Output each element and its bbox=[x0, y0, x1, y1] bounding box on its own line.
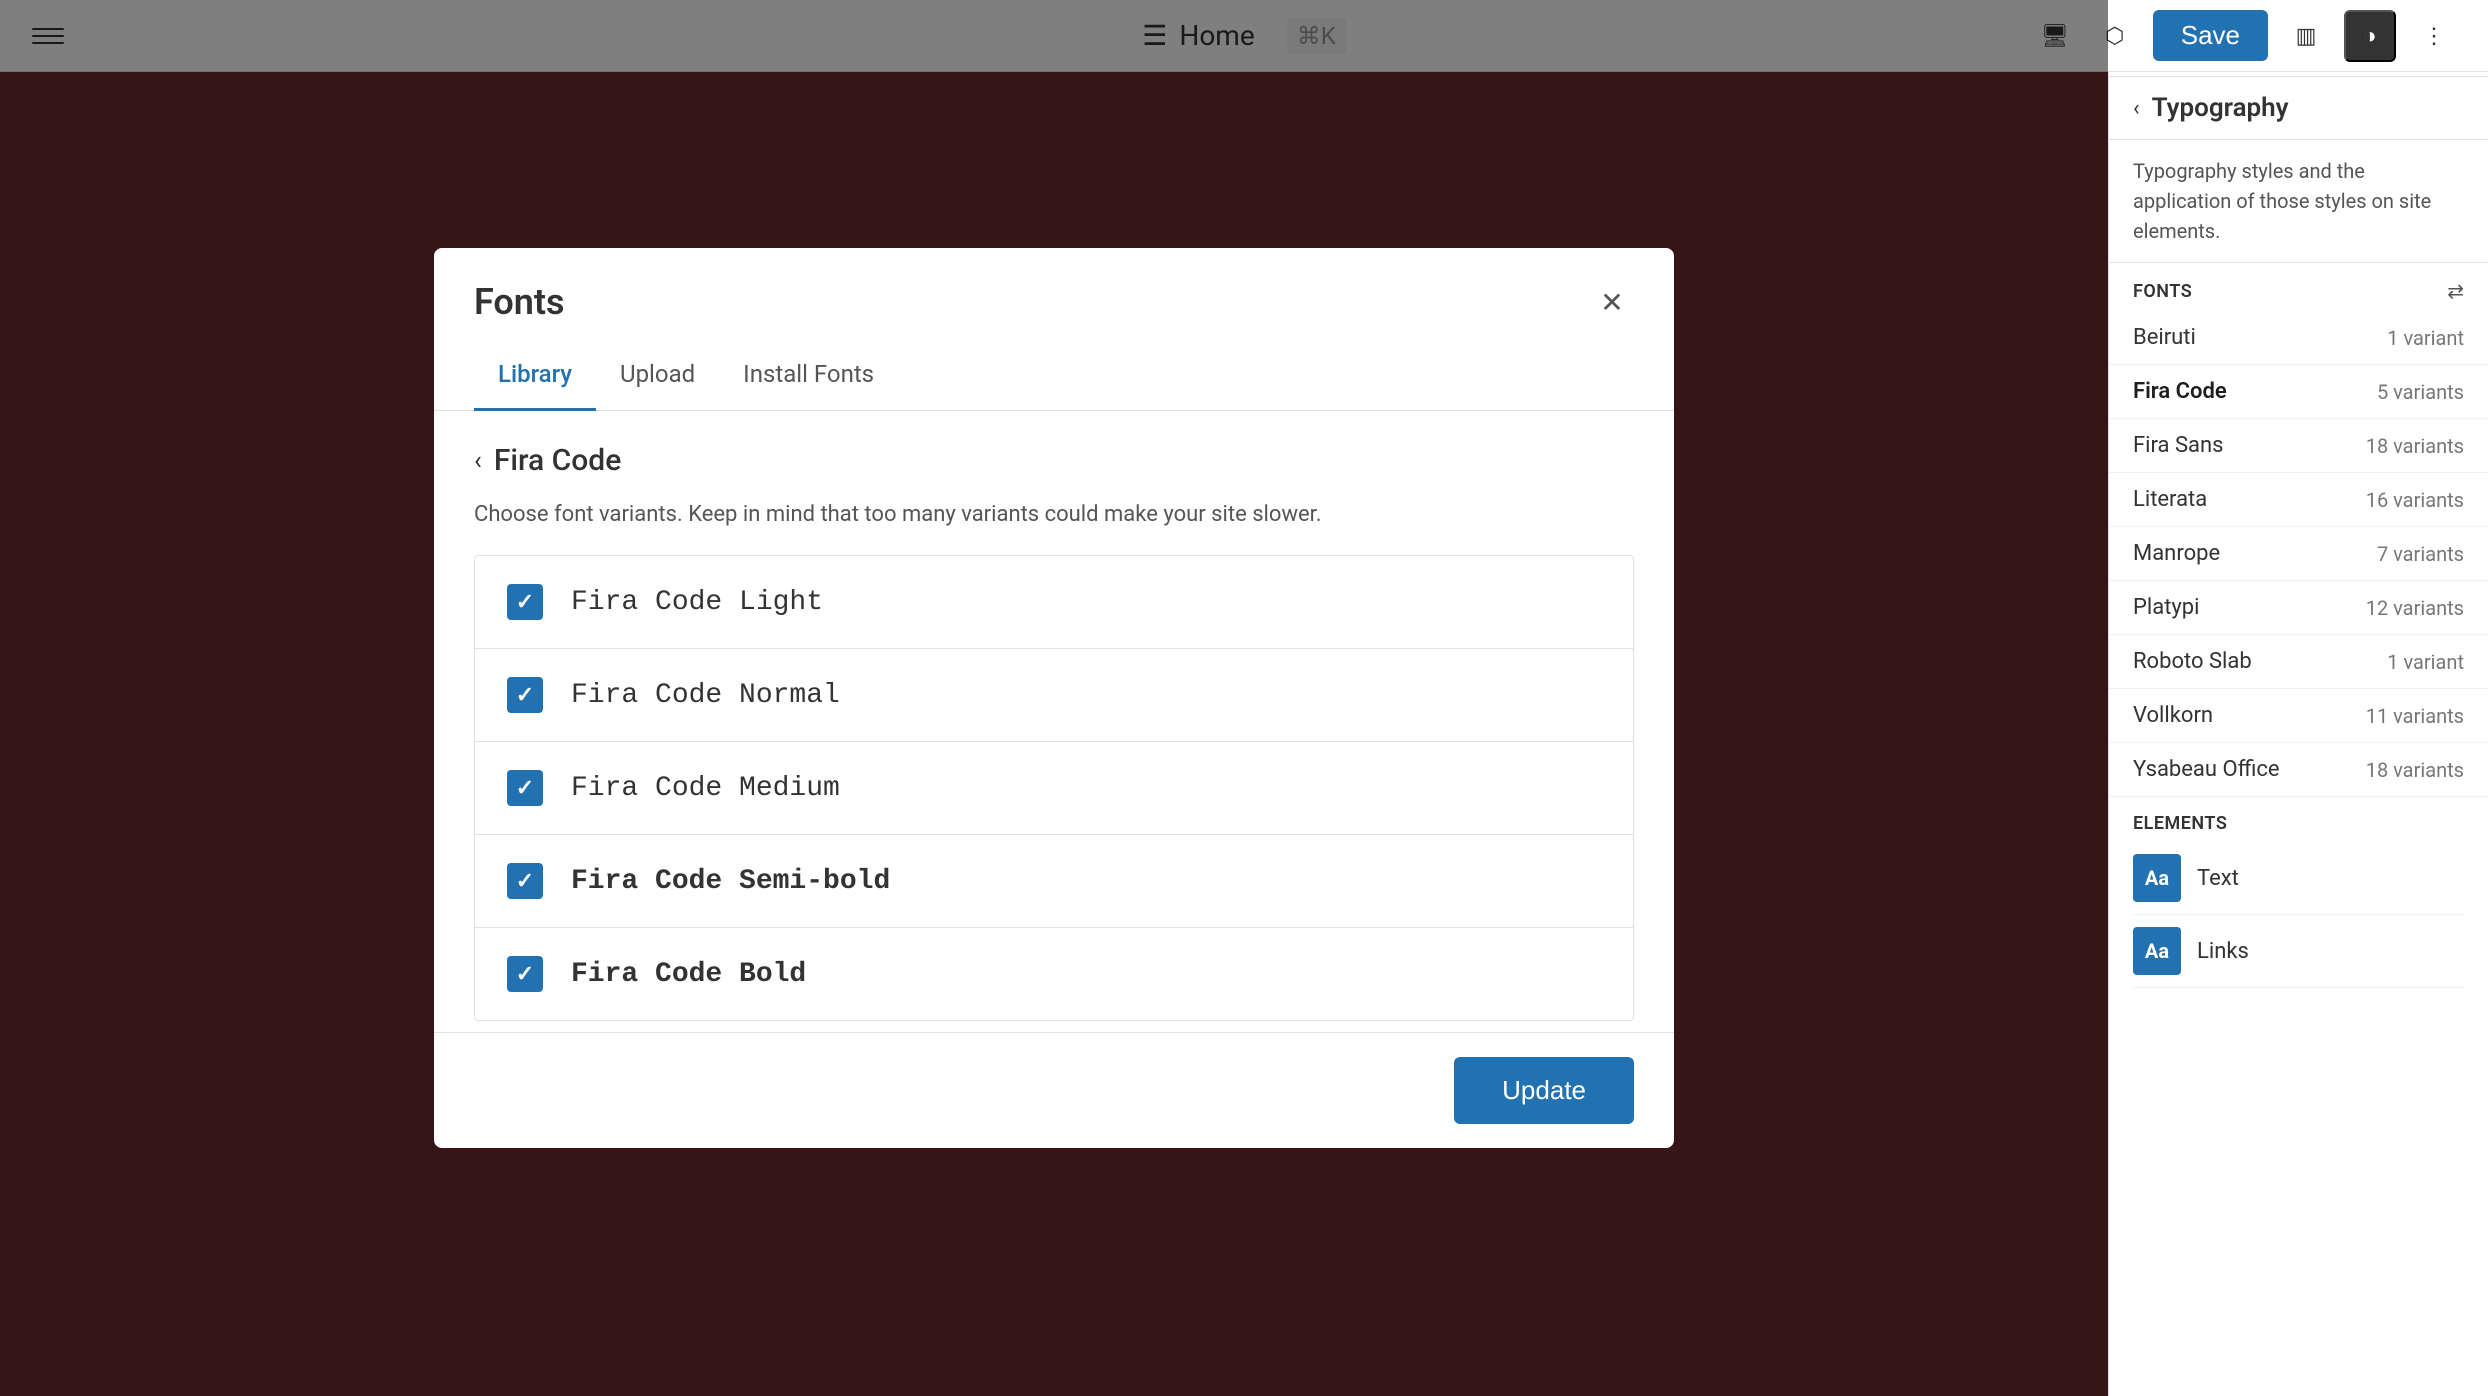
modal-title: Fonts bbox=[474, 281, 565, 323]
variant-normal: ✓ Fira Code Normal bbox=[475, 649, 1633, 742]
variant-medium-label: Fira Code Medium bbox=[571, 773, 840, 804]
variant-light-label: Fira Code Light bbox=[571, 587, 823, 618]
font-roboto-slab[interactable]: Roboto Slab 1 variant bbox=[2109, 635, 2488, 689]
back-arrow-icon[interactable]: ‹ bbox=[2133, 96, 2140, 121]
modal-overlay: Fonts ✕ Library Upload Install Fonts ‹ F… bbox=[0, 0, 2108, 1396]
variant-hint: Choose font variants. Keep in mind that … bbox=[474, 502, 1634, 527]
font-variants: 11 variants bbox=[2366, 704, 2464, 728]
font-variants: 1 variant bbox=[2387, 326, 2464, 350]
tab-install-fonts[interactable]: Install Fonts bbox=[719, 340, 898, 411]
checkmark-icon: ✓ bbox=[516, 869, 534, 894]
elements-section: ELEMENTS Aa Text Aa Links bbox=[2109, 797, 2488, 996]
checkmark-icon: ✓ bbox=[516, 962, 534, 987]
modal-close-button[interactable]: ✕ bbox=[1590, 280, 1634, 324]
font-fira-code[interactable]: Fira Code 5 variants bbox=[2109, 365, 2488, 419]
font-vollkorn[interactable]: Vollkorn 11 variants bbox=[2109, 689, 2488, 743]
checkmark-icon: ✓ bbox=[516, 590, 534, 615]
variant-medium-checkbox[interactable]: ✓ bbox=[507, 770, 543, 806]
font-name: Manrope bbox=[2133, 541, 2220, 566]
font-variants: 12 variants bbox=[2366, 596, 2464, 620]
checkmark-icon: ✓ bbox=[516, 776, 534, 801]
fonts-list: Beiruti 1 variant Fira Code 5 variants F… bbox=[2109, 311, 2488, 797]
font-ysabeau-office[interactable]: Ysabeau Office 18 variants bbox=[2109, 743, 2488, 797]
font-variants: 18 variants bbox=[2366, 434, 2464, 458]
variant-normal-label: Fira Code Normal bbox=[571, 680, 840, 711]
layout-icon[interactable]: ▥ bbox=[2284, 14, 2328, 58]
variant-normal-checkbox[interactable]: ✓ bbox=[507, 677, 543, 713]
font-name: Roboto Slab bbox=[2133, 649, 2252, 674]
font-back-name: Fira Code bbox=[494, 443, 621, 478]
element-links[interactable]: Aa Links bbox=[2133, 915, 2464, 988]
modal-tabs: Library Upload Install Fonts bbox=[434, 340, 1674, 411]
right-panel: Styles 👁 🕐 ⋮ ✕ ‹ Typography Typography s… bbox=[2108, 0, 2488, 1396]
fonts-settings-icon[interactable]: ⇄ bbox=[2447, 279, 2464, 303]
fonts-section-label: FONTS bbox=[2133, 281, 2192, 302]
variant-bold: ✓ Fira Code Bold bbox=[475, 928, 1633, 1020]
font-name: Platypi bbox=[2133, 595, 2200, 620]
font-variants: 18 variants bbox=[2366, 758, 2464, 782]
variant-semibold-label: Fira Code Semi-bold bbox=[571, 866, 890, 897]
text-element-icon: Aa bbox=[2133, 854, 2181, 902]
element-name: Text bbox=[2197, 866, 2239, 891]
variant-light-checkbox[interactable]: ✓ bbox=[507, 584, 543, 620]
font-literata[interactable]: Literata 16 variants bbox=[2109, 473, 2488, 527]
font-platypi[interactable]: Platypi 12 variants bbox=[2109, 581, 2488, 635]
save-button[interactable]: Save bbox=[2153, 10, 2268, 61]
variant-bold-label: Fira Code Bold bbox=[571, 959, 806, 990]
fonts-section-header: FONTS ⇄ bbox=[2109, 263, 2488, 311]
variant-medium: ✓ Fira Code Medium bbox=[475, 742, 1633, 835]
font-beiruti[interactable]: Beiruti 1 variant bbox=[2109, 311, 2488, 365]
variant-bold-checkbox[interactable]: ✓ bbox=[507, 956, 543, 992]
font-manrope[interactable]: Manrope 7 variants bbox=[2109, 527, 2488, 581]
modal-footer: Update bbox=[434, 1032, 1674, 1148]
links-element-icon: Aa bbox=[2133, 927, 2181, 975]
font-back-row: ‹ Fira Code bbox=[474, 443, 1634, 478]
variant-semibold-checkbox[interactable]: ✓ bbox=[507, 863, 543, 899]
font-name: Vollkorn bbox=[2133, 703, 2213, 728]
variant-light: ✓ Fira Code Light bbox=[475, 556, 1633, 649]
font-variants: 7 variants bbox=[2377, 542, 2464, 566]
font-name: Fira Sans bbox=[2133, 433, 2224, 458]
element-text[interactable]: Aa Text bbox=[2133, 842, 2464, 915]
more-options-icon[interactable]: ⋮ bbox=[2412, 14, 2456, 58]
font-name: Fira Code bbox=[2133, 379, 2227, 404]
font-variants: 5 variants bbox=[2377, 380, 2464, 404]
fonts-modal: Fonts ✕ Library Upload Install Fonts ‹ F… bbox=[434, 248, 1674, 1148]
theme-toggle-icon[interactable]: ◑ bbox=[2344, 10, 2396, 62]
font-back-arrow-icon[interactable]: ‹ bbox=[474, 446, 482, 476]
font-name: Ysabeau Office bbox=[2133, 757, 2280, 782]
modal-body: ‹ Fira Code Choose font variants. Keep i… bbox=[434, 411, 1674, 1032]
tab-upload[interactable]: Upload bbox=[596, 340, 719, 411]
tab-library[interactable]: Library bbox=[474, 340, 596, 411]
checkmark-icon: ✓ bbox=[516, 683, 534, 708]
modal-header: Fonts ✕ bbox=[434, 248, 1674, 324]
typography-title: Typography bbox=[2152, 93, 2289, 123]
font-variants: 16 variants bbox=[2366, 488, 2464, 512]
element-name: Links bbox=[2197, 939, 2249, 964]
update-button[interactable]: Update bbox=[1454, 1057, 1634, 1124]
font-variants: 1 variant bbox=[2387, 650, 2464, 674]
variant-list: ✓ Fira Code Light ✓ Fira Code Normal ✓ F… bbox=[474, 555, 1634, 1021]
elements-section-label: ELEMENTS bbox=[2133, 813, 2464, 834]
font-name: Literata bbox=[2133, 487, 2207, 512]
font-fira-sans[interactable]: Fira Sans 18 variants bbox=[2109, 419, 2488, 473]
typography-header: ‹ Typography bbox=[2109, 77, 2488, 140]
variant-semibold: ✓ Fira Code Semi-bold bbox=[475, 835, 1633, 928]
typography-description: Typography styles and the application of… bbox=[2109, 140, 2488, 263]
font-name: Beiruti bbox=[2133, 325, 2196, 350]
